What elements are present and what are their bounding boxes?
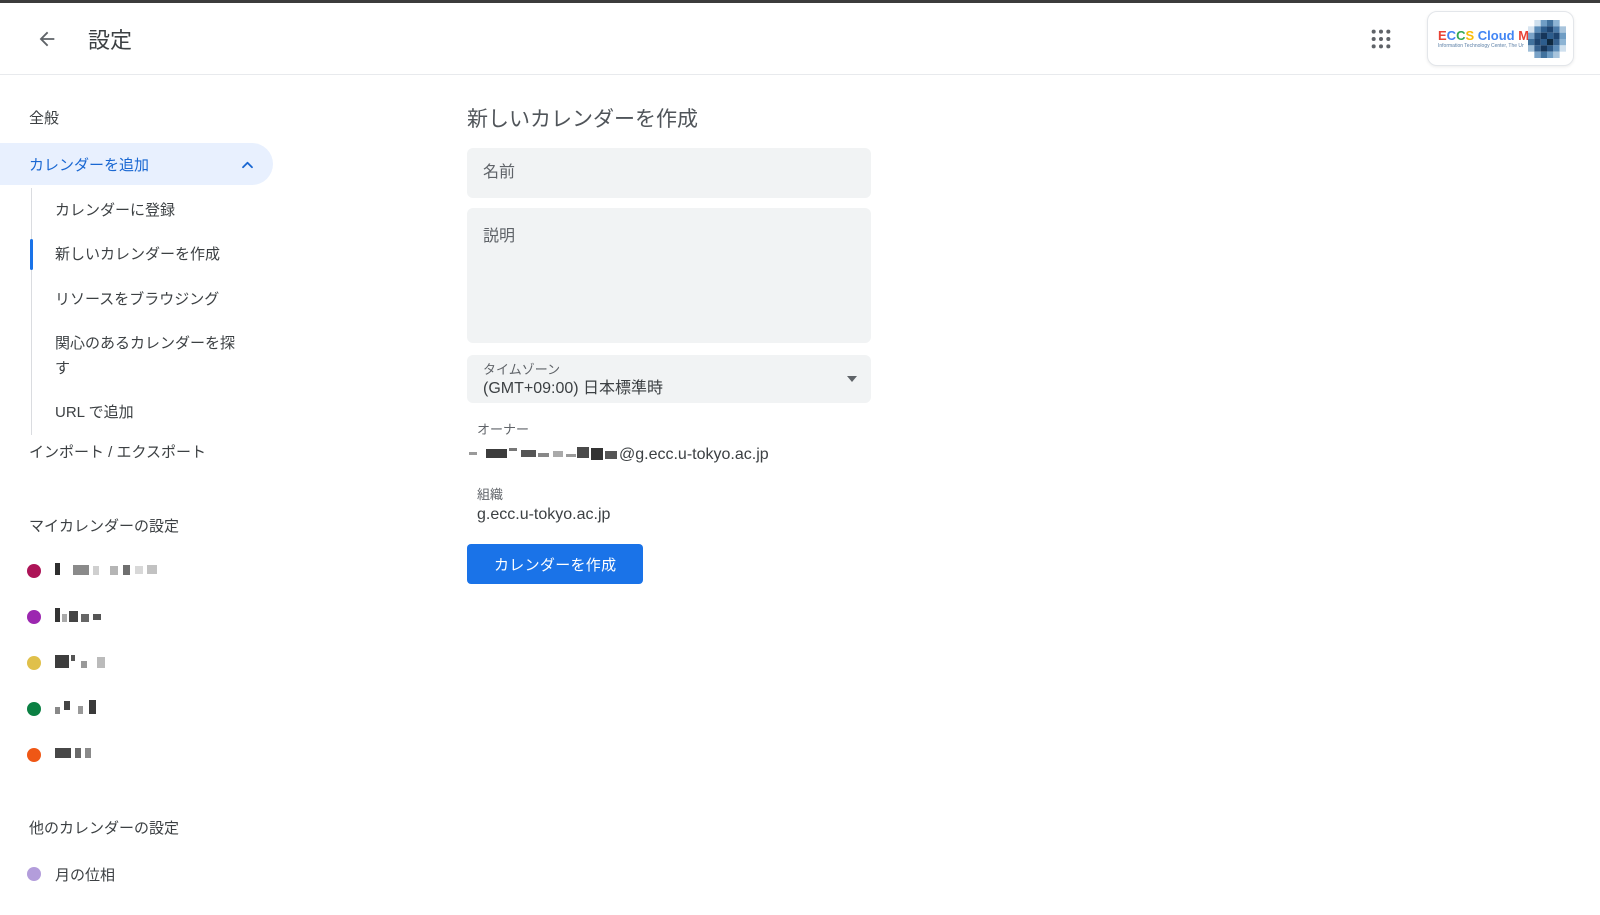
logo-subtitle: Information Technology Center, The Unive…: [1438, 43, 1524, 50]
calendar-color-dot: [27, 564, 41, 578]
back-button[interactable]: [27, 19, 67, 59]
organization-value: g.ecc.u-tokyo.ac.jp: [467, 506, 871, 524]
user-avatar-pixelated: [1528, 20, 1566, 58]
calendar-name: 月の位相: [55, 864, 115, 885]
add-calendar-label: カレンダーを追加: [29, 154, 149, 175]
logo-letter: S: [1465, 28, 1474, 43]
redacted-calendar-name: [55, 652, 107, 675]
sidebar-item-import-export[interactable]: インポート / エクスポート: [0, 435, 440, 467]
arrow-left-icon: [36, 28, 58, 50]
timezone-value: (GMT+09:00) 日本標準時: [483, 378, 847, 399]
redacted-owner-email-local-part: [469, 443, 619, 466]
logo-title: ECCS Cloud Mail: [1438, 28, 1524, 43]
my-calendar-item[interactable]: [0, 594, 440, 640]
organization-label: 組織: [467, 484, 871, 503]
calendar-color-dot: [27, 610, 41, 624]
settings-header: 設定 ECCS Cloud Mail Information Technolog…: [0, 3, 1600, 75]
sidebar-item-create-new-calendar[interactable]: 新しいカレンダーを作成: [32, 232, 237, 277]
owner-value: @g.ecc.u-tokyo.ac.jp: [467, 443, 871, 466]
calendar-name-input[interactable]: [467, 148, 871, 198]
add-calendar-sub-list: カレンダーに登録 新しいカレンダーを作成 リソースをブラウジング 関心のあるカレ…: [31, 188, 440, 435]
sidebar-item-general[interactable]: 全般: [0, 95, 440, 139]
my-calendar-item[interactable]: [0, 548, 440, 594]
other-calendars-list: 月の位相: [0, 851, 440, 897]
sidebar-item-browse-resources[interactable]: リソースをブラウジング: [32, 277, 237, 322]
settings-sidebar: 全般 カレンダーを追加 カレンダーに登録 新しいカレンダーを作成 リソースをブラ…: [0, 75, 440, 897]
other-calendar-item-moon-phases[interactable]: 月の位相: [0, 851, 440, 897]
sidebar-item-explore-calendars[interactable]: 関心のあるカレンダーを探す: [32, 322, 237, 390]
logo-letter: E: [1438, 28, 1447, 43]
page-title: 設定: [88, 23, 132, 55]
logo-word-cloud: Cloud: [1478, 28, 1515, 43]
calendar-color-dot: [27, 748, 41, 762]
my-calendar-item[interactable]: [0, 732, 440, 778]
redacted-calendar-name: [55, 698, 101, 721]
logo-text: ECCS Cloud Mail Information Technology C…: [1438, 28, 1524, 50]
timezone-texts: タイムゾーン (GMT+09:00) 日本標準時: [483, 360, 847, 399]
my-calendars-section-header: マイカレンダーの設定: [0, 509, 440, 541]
sidebar-item-add-from-url[interactable]: URL で追加: [32, 390, 237, 435]
calendar-color-dot: [27, 656, 41, 670]
chevron-up-icon: [241, 160, 254, 169]
create-calendar-panel: 新しいカレンダーを作成 タイムゾーン (GMT+09:00) 日本標準時 オーナ…: [467, 75, 871, 897]
other-calendars-section-header: 他のカレンダーの設定: [0, 811, 440, 843]
redacted-calendar-name: [55, 560, 165, 583]
my-calendar-item[interactable]: [0, 686, 440, 732]
create-calendar-button[interactable]: カレンダーを作成: [467, 544, 643, 584]
google-apps-grid-icon: [1370, 28, 1392, 50]
owner-label: オーナー: [467, 419, 871, 438]
calendar-color-dot: [27, 702, 41, 716]
sidebar-item-add-calendar[interactable]: カレンダーを追加: [0, 143, 273, 185]
google-apps-button[interactable]: [1361, 19, 1401, 59]
my-calendars-list: [0, 548, 440, 778]
timezone-select[interactable]: タイムゾーン (GMT+09:00) 日本標準時: [467, 355, 871, 403]
eccs-cloud-mail-logo[interactable]: ECCS Cloud Mail Information Technology C…: [1427, 11, 1574, 66]
my-calendar-item[interactable]: [0, 640, 440, 686]
logo-letter: C: [1447, 28, 1456, 43]
calendar-description-input[interactable]: [467, 208, 871, 343]
calendar-color-dot: [27, 867, 41, 881]
panel-title: 新しいカレンダーを作成: [467, 106, 871, 133]
redacted-calendar-name: [55, 744, 95, 767]
timezone-label: タイムゾーン: [483, 362, 847, 378]
owner-email-domain: @g.ecc.u-tokyo.ac.jp: [619, 446, 769, 464]
redacted-calendar-name: [55, 606, 105, 629]
sidebar-item-subscribe-to-calendar[interactable]: カレンダーに登録: [32, 188, 237, 232]
caret-down-icon: [847, 376, 857, 382]
